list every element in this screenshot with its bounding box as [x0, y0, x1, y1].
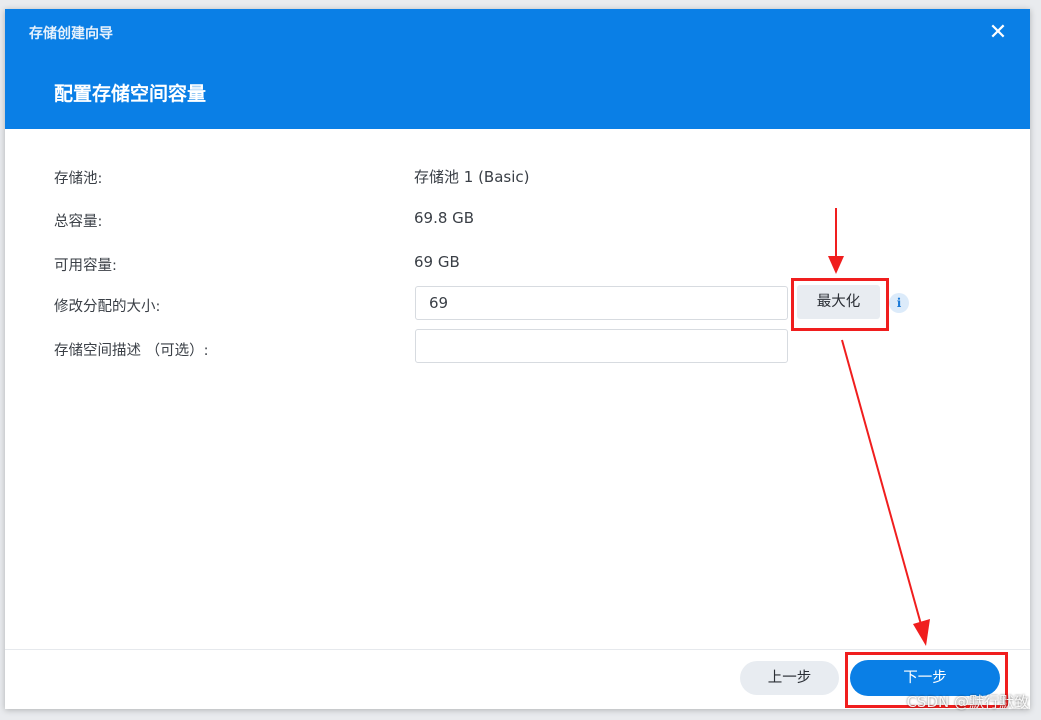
size-input[interactable]: 69: [415, 286, 788, 320]
maximize-button[interactable]: 最大化: [797, 285, 880, 319]
description-input[interactable]: [415, 329, 788, 363]
close-icon[interactable]: ✕: [986, 21, 1010, 45]
wizard-dialog: 存储创建向导 ✕ 配置存储空间容量 存储池: 存储池 1 (Basic) 总容量…: [5, 9, 1030, 709]
window-title: 存储创建向导: [29, 26, 113, 42]
pool-label: 存储池:: [54, 171, 103, 187]
info-icon[interactable]: i: [889, 293, 909, 313]
step-title: 配置存储空间容量: [54, 83, 207, 105]
previous-button[interactable]: 上一步: [740, 661, 839, 695]
description-label: 存储空间描述 （可选）:: [54, 343, 209, 359]
available-capacity-label: 可用容量:: [54, 258, 117, 274]
size-label: 修改分配的大小:: [54, 299, 161, 315]
watermark: CSDN @默行默致: [906, 693, 1029, 711]
total-capacity-value: 69.8 GB: [414, 209, 475, 227]
available-capacity-value: 69 GB: [414, 253, 460, 271]
dialog-header: 存储创建向导 ✕ 配置存储空间容量: [5, 9, 1030, 129]
pool-value: 存储池 1 (Basic): [414, 168, 530, 186]
footer-divider: [5, 649, 1030, 650]
total-capacity-label: 总容量:: [54, 214, 103, 230]
